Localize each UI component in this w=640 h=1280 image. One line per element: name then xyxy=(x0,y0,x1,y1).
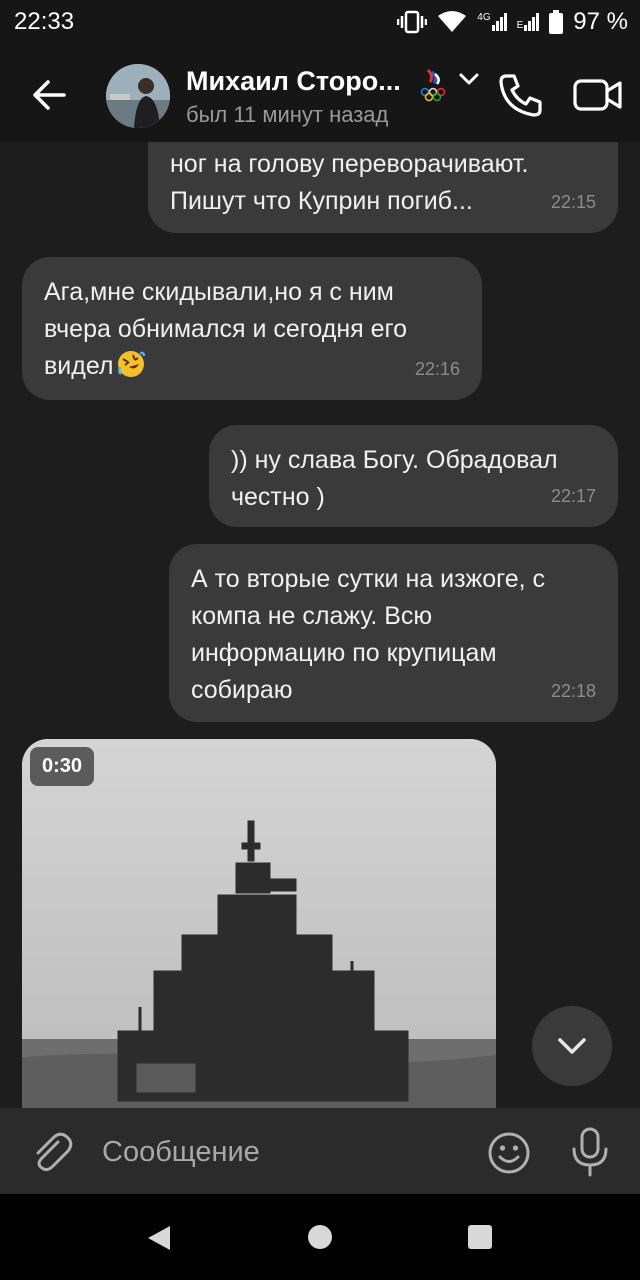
system-navigation-bar xyxy=(0,1194,640,1280)
contact-last-seen: был 11 минут назад xyxy=(186,102,389,127)
phone-icon xyxy=(499,74,542,117)
voice-call-button[interactable] xyxy=(496,70,546,120)
network-type-label: 4G xyxy=(477,12,491,23)
message-text: )) ну слава Богу. Обрадовал честно ) xyxy=(231,446,558,511)
avatar[interactable] xyxy=(106,64,170,128)
network-type-2-label: E xyxy=(516,20,524,31)
emoji-icon xyxy=(488,1132,530,1174)
contact-menu-button[interactable] xyxy=(456,66,482,92)
message-outgoing[interactable]: )) ну слава Богу. Обрадовал честно ) 22:… xyxy=(209,425,618,527)
message-incoming[interactable]: Ага,мне скидывали,но я с ним вчера обним… xyxy=(22,257,482,400)
avatar-photo xyxy=(106,64,170,128)
battery-level: 97 % xyxy=(573,8,628,35)
vibrate-icon xyxy=(397,10,428,34)
chat-header: Михаил Сторо... был 11 минут назад xyxy=(0,46,640,142)
video-thumbnail xyxy=(22,739,496,1108)
message-outgoing[interactable]: ног на голову переворачивают. Пишут что … xyxy=(148,142,618,233)
battery-icon xyxy=(549,10,564,34)
message-time: 22:18 xyxy=(550,681,596,701)
cellular-signal-icon: 4G xyxy=(477,12,507,31)
video-message[interactable]: 0:30 xyxy=(22,739,496,1108)
nav-back-button[interactable] xyxy=(146,1224,172,1257)
message-outgoing[interactable]: А то вторые сутки на изжоге, с компа не … xyxy=(169,544,618,722)
message-text: Ага,мне скидывали,но я с ним вчера обним… xyxy=(44,278,407,380)
triangle-back-icon xyxy=(148,1226,170,1250)
status-icons: 4G E 97 % xyxy=(397,8,628,36)
message-time: 22:15 xyxy=(550,192,596,212)
back-button[interactable] xyxy=(22,68,76,122)
video-duration-badge: 0:30 xyxy=(30,747,95,786)
video-camera-icon xyxy=(573,79,622,111)
back-arrow-icon xyxy=(33,80,66,110)
paperclip-icon xyxy=(36,1132,73,1172)
rolling-laughing-emoji-icon xyxy=(117,351,145,377)
chevron-down-icon xyxy=(558,1038,586,1054)
chevron-down-icon xyxy=(459,73,479,85)
cellular-signal-2-icon: E xyxy=(517,13,540,31)
message-composer xyxy=(0,1108,640,1194)
attach-button[interactable] xyxy=(28,1128,74,1174)
nav-recent-apps-button[interactable] xyxy=(468,1225,492,1249)
status-time: 22:33 xyxy=(14,8,75,35)
message-text: ног на голову переворачивают. Пишут что … xyxy=(170,150,529,215)
message-time: 22:16 xyxy=(414,359,460,379)
microphone-icon xyxy=(572,1127,608,1177)
wifi-icon xyxy=(438,11,467,32)
message-time: 22:17 xyxy=(550,486,596,506)
status-bar: 22:33 4G E 97 % xyxy=(0,0,640,46)
video-call-button[interactable] xyxy=(572,72,624,118)
emoji-button[interactable] xyxy=(486,1130,532,1176)
message-text: А то вторые сутки на изжоге, с компа не … xyxy=(191,565,546,704)
message-list[interactable]: ног на голову переворачивают. Пишут что … xyxy=(0,142,640,1108)
scroll-to-bottom-button[interactable] xyxy=(532,1006,612,1086)
contact-name[interactable]: Михаил Сторо... xyxy=(186,66,401,97)
voice-record-button[interactable] xyxy=(568,1126,612,1178)
nav-home-button[interactable] xyxy=(308,1225,332,1249)
message-input[interactable] xyxy=(102,1134,462,1170)
olympic-emblem-icon xyxy=(420,68,446,102)
